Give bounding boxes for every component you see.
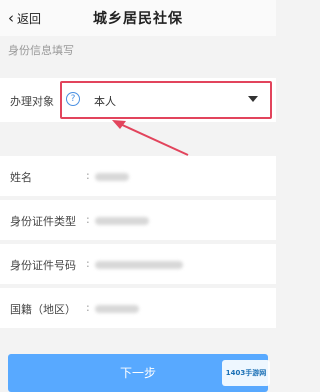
name-colon: : bbox=[86, 169, 90, 182]
name-value bbox=[95, 173, 129, 181]
section-title: 身份信息填写 bbox=[8, 44, 74, 57]
id-number-label: 身份证件号码 bbox=[10, 259, 76, 272]
annotation-arrow-icon bbox=[112, 120, 189, 156]
id-number-colon: : bbox=[86, 257, 90, 270]
nationality-value bbox=[95, 305, 139, 313]
highlight-box bbox=[60, 81, 272, 119]
question-circle-icon[interactable]: ? bbox=[66, 92, 80, 106]
nationality-row[interactable]: 国籍（地区） : bbox=[0, 288, 276, 328]
applicant-label: 办理对象 bbox=[10, 95, 54, 108]
id-type-colon: : bbox=[86, 213, 90, 226]
top-bar: ‹ 返回 城乡居民社保 bbox=[0, 0, 276, 36]
id-type-label: 身份证件类型 bbox=[10, 215, 76, 228]
nationality-label: 国籍（地区） bbox=[10, 303, 76, 316]
applicant-select-value[interactable]: 本人 bbox=[94, 93, 116, 109]
name-row[interactable]: 姓名 : bbox=[0, 156, 276, 196]
dropdown-caret-icon[interactable] bbox=[248, 96, 258, 102]
id-type-value bbox=[95, 217, 149, 225]
watermark-logo: 1403手游网 bbox=[222, 360, 270, 386]
name-label: 姓名 bbox=[10, 171, 32, 184]
nationality-colon: : bbox=[86, 301, 90, 314]
page-title: 城乡居民社保 bbox=[93, 11, 183, 27]
id-type-row[interactable]: 身份证件类型 : bbox=[0, 200, 276, 240]
id-number-row[interactable]: 身份证件号码 : bbox=[0, 244, 276, 284]
id-number-value bbox=[95, 261, 183, 269]
